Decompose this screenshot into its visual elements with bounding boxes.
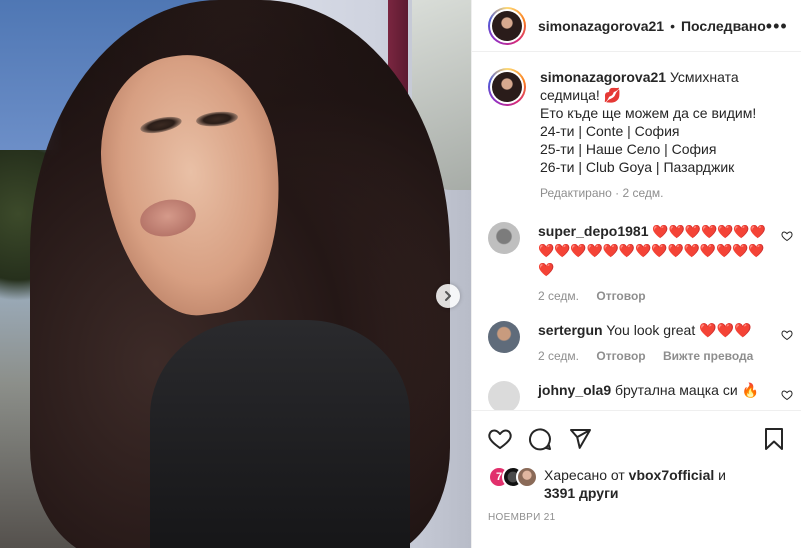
comments-section[interactable]: simonazagorova21 Усмихната седмица! 💋 Ет…: [472, 52, 801, 410]
heart-outline-icon: [488, 429, 512, 449]
next-photo-button[interactable]: [436, 284, 460, 308]
caption-avatar[interactable]: [488, 68, 526, 106]
liker-avatar: [516, 466, 538, 488]
reply-button[interactable]: Отговор: [596, 349, 645, 363]
caption-time: 2 седм.: [622, 186, 664, 200]
see-translation-button[interactable]: Вижте превода: [663, 349, 753, 363]
paper-plane-icon: [570, 428, 591, 449]
comment-text: You look great ❤️❤️❤️: [606, 322, 752, 338]
likes-others-count[interactable]: 3391 други: [544, 485, 619, 501]
comment-time: 2 седм.: [538, 349, 580, 363]
caption-line-5: 26-ти | Club Goya | Пазарджик: [540, 159, 735, 175]
comment-button[interactable]: [528, 427, 552, 451]
comment-username[interactable]: johny_ola9: [538, 382, 611, 398]
comment-username[interactable]: super_depo1981: [538, 223, 649, 239]
comment-icon: [529, 427, 551, 450]
chevron-right-icon: [445, 291, 451, 301]
like-comment-icon[interactable]: [781, 230, 793, 242]
photo-jacket: [150, 320, 410, 548]
caption-line-4: 25-ти | Наше Село | София: [540, 141, 717, 157]
liked-by-prefix: Харесано от: [544, 467, 625, 483]
post-date[interactable]: НОЕМВРИ 21: [488, 512, 555, 523]
caption-line-2: Ето къде ще можем да се видим!: [540, 105, 757, 121]
like-comment-icon[interactable]: [781, 389, 793, 401]
likes-summary: 7 Харесано от vbox7official и 3391 други: [488, 466, 785, 502]
comment-item: sertergun You look great ❤️❤️❤️ 2 седм. …: [472, 321, 801, 365]
liked-by-joiner: и: [718, 467, 726, 483]
bookmark-icon: [765, 427, 783, 450]
like-button[interactable]: [488, 427, 512, 451]
edited-label: Редактирано: [540, 186, 612, 200]
comment-item: super_depo1981 ❤️❤️❤️❤️❤️❤️❤️❤️❤️❤️❤️❤️❤…: [472, 222, 801, 305]
more-options-icon[interactable]: •••: [766, 17, 788, 35]
caption-avatar-image: [492, 72, 522, 102]
caption-meta: Редактирано · 2 седм.: [540, 186, 664, 200]
avatar[interactable]: [488, 6, 526, 45]
comment-username[interactable]: sertergun: [538, 322, 603, 338]
caption-text: simonazagorova21 Усмихната седмица! 💋 Ет…: [540, 68, 785, 202]
liked-by-user[interactable]: vbox7official: [629, 467, 715, 483]
comment-avatar[interactable]: [488, 321, 520, 353]
following-button[interactable]: Последвано: [681, 18, 766, 34]
separator-dot: •: [670, 17, 675, 34]
post-header: simonazagorova21 • Последвано •••: [472, 0, 801, 52]
liker-avatars[interactable]: 7: [488, 466, 540, 490]
share-button[interactable]: [568, 427, 592, 451]
post-side-panel: simonazagorova21 • Последвано ••• simona…: [471, 0, 801, 548]
caption-username[interactable]: simonazagorova21: [540, 69, 666, 85]
comment-avatar[interactable]: [488, 222, 520, 254]
comment-text: брутална мацка си 🔥: [615, 382, 759, 398]
reply-button[interactable]: Отговор: [596, 289, 645, 303]
post-photo[interactable]: [0, 0, 471, 548]
comment-time: 2 седм.: [538, 289, 580, 303]
avatar-image: [492, 10, 522, 41]
header-username[interactable]: simonazagorova21: [538, 18, 664, 34]
save-button[interactable]: [763, 427, 785, 451]
comment-item: johny_ola9 брутална мацка си 🔥: [472, 381, 801, 410]
caption-line-3: 24-ти | Conte | София: [540, 123, 680, 139]
comment-avatar[interactable]: [488, 381, 520, 410]
post-actions: [472, 410, 801, 466]
like-comment-icon[interactable]: [781, 329, 793, 341]
caption: simonazagorova21 Усмихната седмица! 💋 Ет…: [472, 52, 801, 202]
